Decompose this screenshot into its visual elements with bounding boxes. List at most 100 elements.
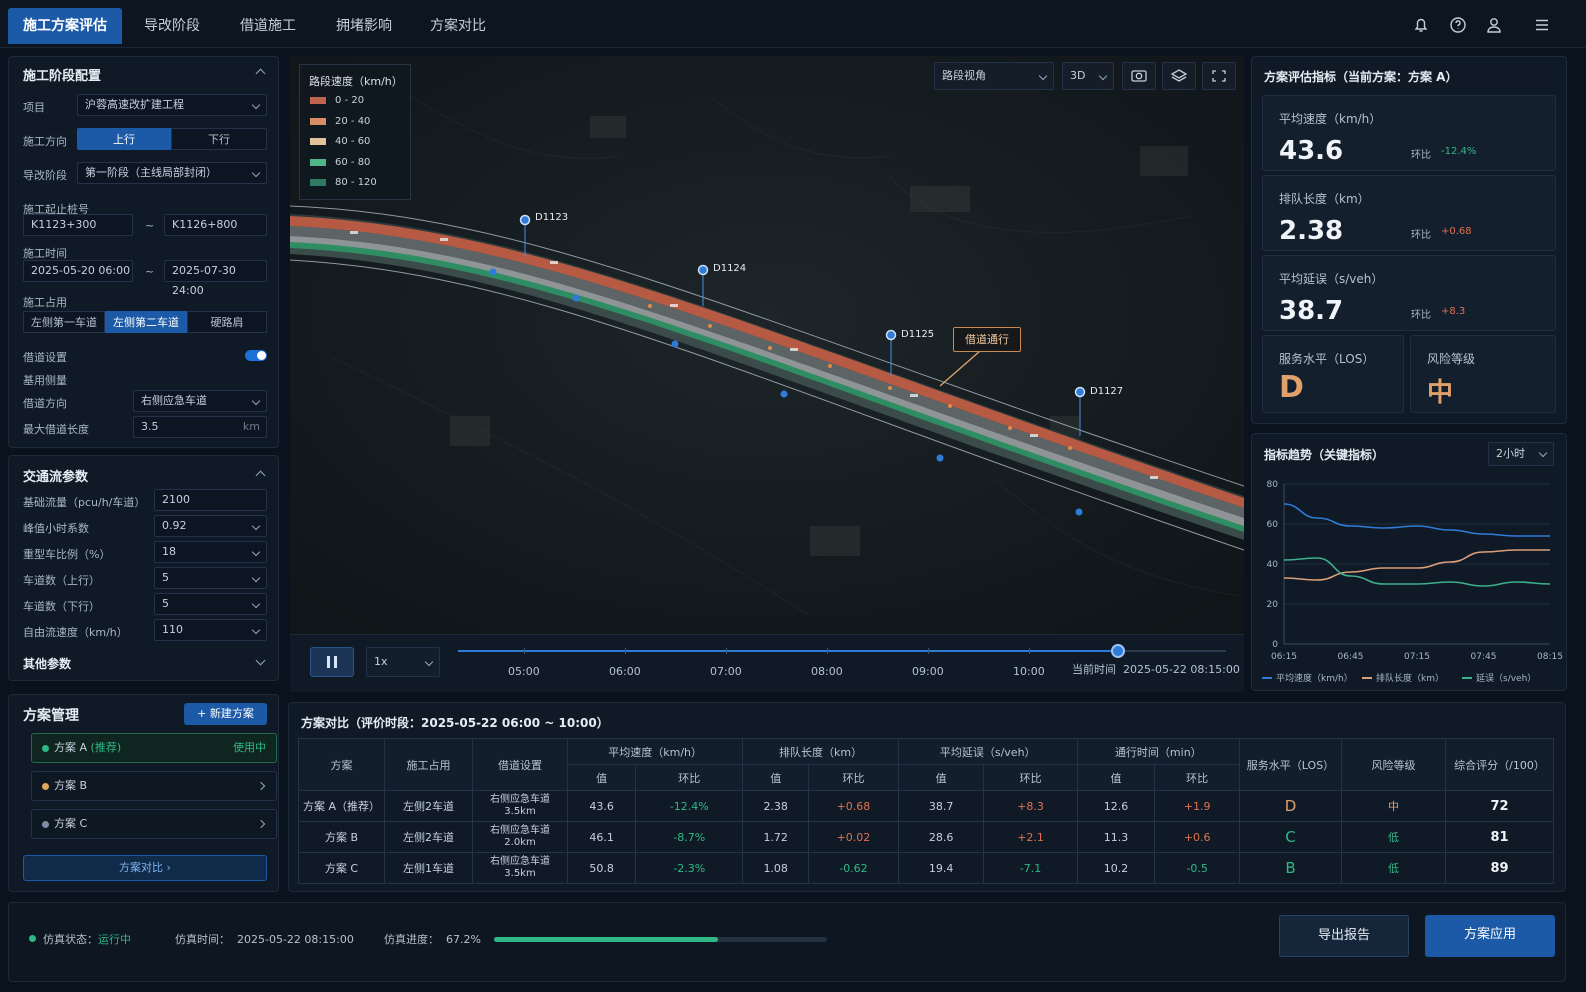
- scenario-name: 方案 C: [54, 817, 88, 830]
- tab-congestion-impact[interactable]: 拥堵影响: [322, 8, 406, 44]
- new-scenario-button[interactable]: + 新建方案: [184, 703, 267, 725]
- cell-speed-d: -12.4%: [635, 790, 744, 822]
- other-params-toggle[interactable]: 其他参数: [23, 655, 71, 672]
- playback-speed-select[interactable]: 1x: [366, 647, 440, 677]
- borrow-dir-select[interactable]: 右侧应急车道: [133, 390, 267, 412]
- time-tilde: ~: [145, 265, 155, 278]
- cell-name: 方案 C: [298, 852, 385, 884]
- stage-config-panel: 施工阶段配置 项目 沪蓉高速改扩建工程 施工方向 上行 下行 导改阶段 第一阶段…: [8, 56, 279, 448]
- camera-icon: [1131, 70, 1147, 82]
- occupy-label: 施工占用: [23, 296, 67, 309]
- cell-time: 10.2: [1076, 852, 1156, 884]
- pause-button[interactable]: [310, 647, 354, 677]
- cell-los: B: [1239, 852, 1342, 884]
- panel-title: 交通流参数: [23, 470, 89, 485]
- menu-icon[interactable]: [1533, 16, 1551, 34]
- tab-scheme-eval[interactable]: 施工方案评估: [8, 8, 122, 44]
- chevron-down-icon: [1038, 71, 1048, 81]
- legend-swatch: [310, 138, 326, 145]
- tab-scheme-compare[interactable]: 方案对比: [416, 8, 500, 44]
- cell-queue: 2.38: [742, 790, 810, 822]
- screenshot-button[interactable]: [1122, 62, 1156, 90]
- tab-diversion-stage[interactable]: 导改阶段: [130, 8, 214, 44]
- borrow-toggle[interactable]: [245, 350, 267, 361]
- occupy-left2-option[interactable]: 左侧第二车道: [105, 311, 187, 333]
- occupy-left1-option[interactable]: 左侧第一车道: [23, 311, 105, 333]
- compare-scenarios-button[interactable]: 方案对比 ›: [23, 855, 267, 881]
- timeline-tick-label: 08:00: [811, 665, 843, 678]
- collapse-icon[interactable]: [255, 68, 266, 79]
- sub-cmp: 环比: [983, 764, 1078, 791]
- traffic-param-input[interactable]: 0.92: [154, 515, 267, 537]
- project-select[interactable]: 沪蓉高速改扩建工程: [77, 94, 267, 116]
- range-to-input[interactable]: K1126+800: [164, 214, 267, 236]
- traffic-param-input[interactable]: 2100: [154, 489, 267, 511]
- time-from-input[interactable]: 2025-05-20 06:00: [23, 260, 133, 282]
- map-view[interactable]: [290, 56, 1244, 634]
- cell-time-d: +1.9: [1154, 790, 1240, 822]
- chevron-down-icon[interactable]: [255, 655, 266, 666]
- cell-score: 72: [1445, 790, 1554, 822]
- road-map-3d[interactable]: [290, 56, 1244, 634]
- collapse-icon[interactable]: [255, 470, 266, 481]
- export-report-button[interactable]: 导出报告: [1279, 915, 1409, 957]
- view-select[interactable]: 路段视角: [934, 62, 1054, 90]
- cell-occupy: 左侧2车道: [384, 790, 473, 822]
- cell-speed: 43.6: [566, 790, 637, 822]
- chevron-down-icon: [251, 547, 261, 557]
- mode-select[interactable]: 3D: [1062, 62, 1114, 90]
- traffic-param-input[interactable]: 5: [154, 567, 267, 589]
- cell-speed-d: -2.3%: [635, 852, 744, 884]
- sub-val: 值: [742, 764, 810, 791]
- timeline-tick-label: 09:00: [912, 665, 944, 678]
- kpi-title: 方案评估指标（当前方案：方案 A）: [1264, 70, 1458, 84]
- stage-select[interactable]: 第一阶段（主线局部封闭）: [77, 162, 267, 184]
- sub-val: 值: [897, 764, 985, 791]
- time-to-input[interactable]: 2025-07-30 24:00: [164, 260, 267, 297]
- tab-borrow-construction[interactable]: 借道施工: [226, 8, 310, 44]
- legend-label: 40 - 60: [335, 136, 371, 147]
- timeline-handle[interactable]: [1111, 644, 1126, 658]
- col-risk: 风险等级: [1341, 738, 1446, 791]
- range-from-input[interactable]: K1123+300: [23, 214, 133, 236]
- scenario-item-c[interactable]: 方案 C: [31, 809, 277, 839]
- direction-up-toggle[interactable]: 上行: [77, 128, 171, 150]
- help-icon[interactable]: [1449, 16, 1467, 34]
- maxlen-input[interactable]: 3.5 km: [133, 416, 267, 438]
- col-score: 综合评分（/100）: [1445, 738, 1554, 791]
- table-row[interactable]: 方案 C 左侧1车道 右侧应急车道 3.5km 50.8 -2.3% 1.08 -0.62 1…: [298, 852, 1554, 884]
- table-row[interactable]: 方案 A（推荐） 左侧2车道 右侧应急车道 3.5km 43.6 -12.4% 2.38 +…: [298, 790, 1554, 822]
- y-tick-label: 80: [1267, 480, 1279, 490]
- cell-delay-d: -7.1: [983, 852, 1078, 884]
- chevron-right-icon: [256, 819, 266, 829]
- bell-icon[interactable]: [1412, 16, 1430, 34]
- col-scheme: 方案: [298, 738, 385, 791]
- legend-label: 80 - 120: [335, 177, 377, 188]
- layers-button[interactable]: [1162, 62, 1196, 90]
- scenario-item-b[interactable]: 方案 B: [31, 771, 277, 801]
- x-tick-label: 08:15: [1537, 652, 1563, 662]
- traffic-param-input[interactable]: 110: [154, 619, 267, 641]
- direction-down-toggle[interactable]: 下行: [171, 128, 267, 150]
- borrow-label: 借道设置: [23, 351, 67, 364]
- sub-cmp: 环比: [635, 764, 744, 791]
- legend-title: 路段速度（km/h）: [309, 75, 403, 88]
- stage-label: 导改阶段: [23, 169, 67, 182]
- sim-time: 仿真时间： 2025-05-22 08:15:00: [175, 933, 354, 946]
- apply-scheme-button[interactable]: 方案应用: [1425, 915, 1555, 957]
- traffic-param-input[interactable]: 5: [154, 593, 267, 615]
- sim-state: 仿真状态：运行中: [43, 933, 131, 946]
- scenario-item-a[interactable]: 方案 A (推荐) 使用中: [31, 733, 277, 763]
- traffic-param-value: 18: [162, 545, 176, 558]
- col-time: 通行时间（min）: [1076, 738, 1241, 765]
- occupy-shoulder-option[interactable]: 硬路肩: [187, 311, 267, 333]
- timeline-progress: [458, 650, 1119, 652]
- table-row[interactable]: 方案 B 左侧2车道 右侧应急车道 2.0km 46.1 -8.7% 1.72 +0.02 2…: [298, 821, 1554, 853]
- traffic-param-input[interactable]: 18: [154, 541, 267, 563]
- cell-delay: 28.6: [897, 821, 985, 853]
- cell-occupy: 左侧1车道: [384, 852, 473, 884]
- col-speed: 平均速度（km/h）: [566, 738, 744, 765]
- fullscreen-button[interactable]: [1202, 62, 1236, 90]
- user-icon[interactable]: [1485, 16, 1503, 34]
- col-los: 服务水平（LOS）: [1239, 738, 1342, 791]
